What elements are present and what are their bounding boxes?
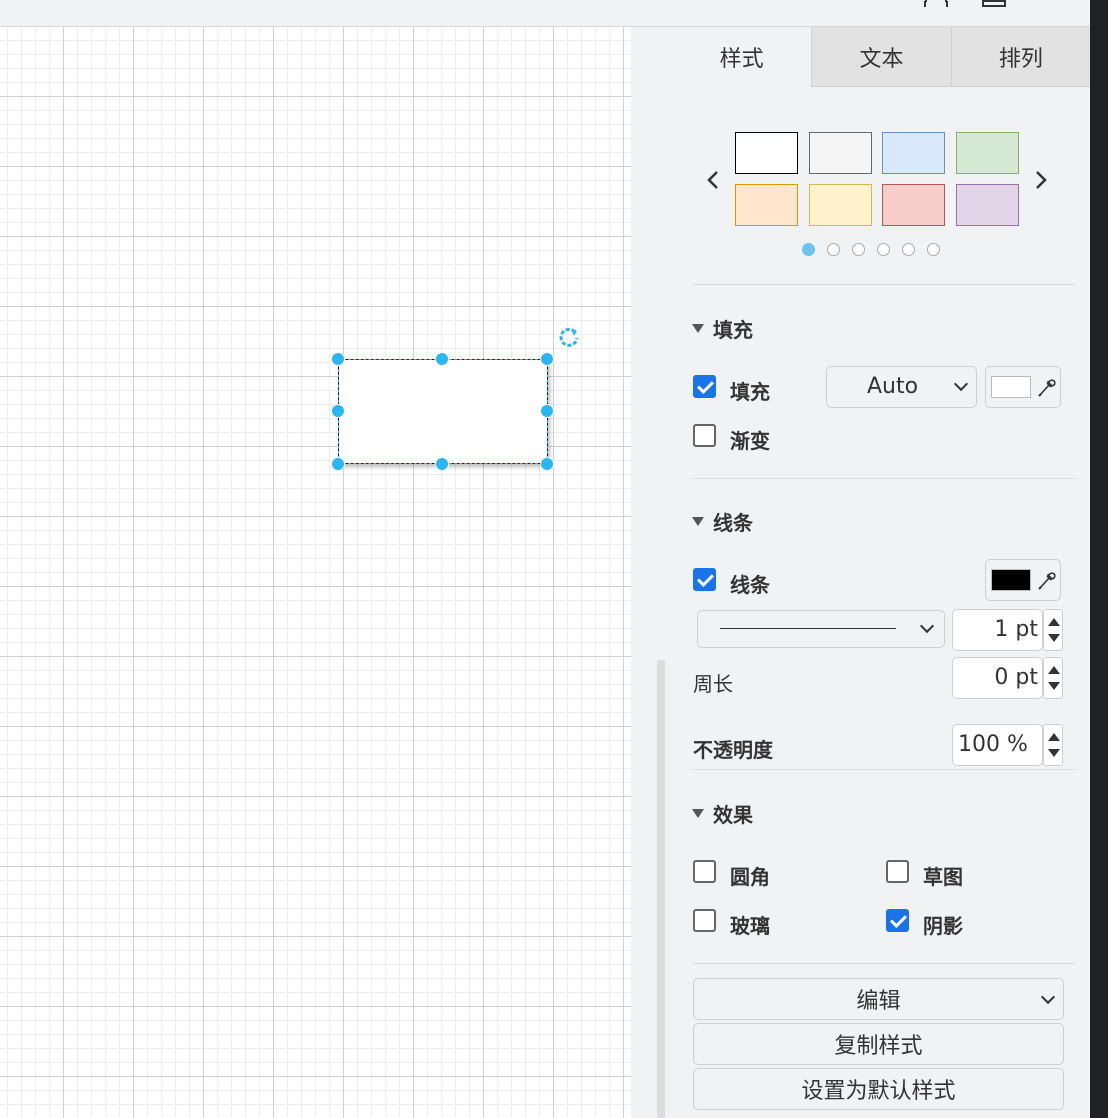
fullscreen-icon[interactable]: [924, 0, 948, 7]
glass-checkbox[interactable]: [693, 909, 716, 932]
solid-line-pattern-icon: [720, 628, 896, 629]
glass-label: 玻璃: [730, 914, 770, 938]
fill-section-header[interactable]: 填充: [692, 314, 753, 343]
edit-dropdown-button[interactable]: 编辑: [693, 978, 1064, 1020]
fill-mode-value: Auto: [867, 374, 919, 399]
fill-color-chip: [991, 376, 1031, 398]
perimeter-stepper[interactable]: [1043, 657, 1063, 699]
drawing-canvas[interactable]: [0, 27, 631, 1118]
top-toolbar: [0, 0, 1090, 27]
divider: [692, 963, 1076, 964]
sketch-checkbox[interactable]: [886, 860, 909, 883]
effects-section-header[interactable]: 效果: [692, 799, 753, 828]
style-swatch[interactable]: [808, 132, 872, 174]
line-section-header[interactable]: 线条: [692, 507, 753, 536]
chevron-down-icon: [919, 618, 935, 634]
panel-gutter: [631, 27, 672, 1118]
line-label: 线条: [730, 573, 770, 597]
divider: [692, 284, 1076, 285]
line-pattern-select[interactable]: [697, 610, 945, 648]
opacity-label: 不透明度: [693, 738, 773, 762]
line-width-input[interactable]: 1 pt: [952, 609, 1043, 651]
swatch-page-dot[interactable]: [802, 243, 815, 256]
opacity-stepper[interactable]: [1043, 724, 1063, 766]
style-swatch[interactable]: [882, 132, 945, 174]
line-color-chip: [991, 569, 1031, 591]
style-swatch[interactable]: [808, 184, 872, 226]
chevron-down-icon: [1040, 989, 1056, 1005]
gradient-checkbox[interactable]: [693, 424, 716, 447]
perimeter-input[interactable]: 0 pt: [952, 657, 1043, 699]
resize-handle-n[interactable]: [435, 352, 449, 366]
set-default-style-label: 设置为默认样式: [801, 1079, 956, 1104]
line-width-stepper[interactable]: [1043, 609, 1063, 651]
style-swatch[interactable]: [735, 132, 798, 174]
style-swatch[interactable]: [882, 184, 945, 226]
resize-handle-sw[interactable]: [331, 457, 345, 471]
line-checkbox[interactable]: [693, 568, 716, 591]
swatch-page-dot[interactable]: [877, 243, 890, 256]
style-swatch[interactable]: [955, 132, 1019, 174]
fill-label: 填充: [730, 380, 770, 404]
eyedropper-icon: [1036, 376, 1056, 398]
divider: [692, 478, 1076, 479]
gradient-label: 渐变: [730, 429, 770, 453]
effects-section-title: 效果: [713, 803, 753, 827]
line-section-title: 线条: [713, 511, 753, 535]
set-default-style-button[interactable]: 设置为默认样式: [693, 1068, 1064, 1110]
style-swatch[interactable]: [955, 184, 1019, 226]
collapse-triangle-icon: [692, 324, 704, 333]
divider: [692, 769, 1076, 770]
resize-handle-se[interactable]: [540, 457, 554, 471]
rounded-checkbox[interactable]: [693, 860, 716, 883]
fill-color-button[interactable]: [985, 366, 1061, 408]
resize-handle-s[interactable]: [435, 457, 449, 471]
line-color-button[interactable]: [985, 559, 1061, 601]
format-tabs: 样式 文本 排列: [672, 27, 1090, 87]
collapse-triangle-icon: [692, 809, 704, 818]
shadow-checkbox[interactable]: [886, 909, 909, 932]
resize-handle-w[interactable]: [331, 404, 345, 418]
chevron-down-icon: [953, 376, 969, 392]
swatch-page-dot[interactable]: [827, 243, 840, 256]
resize-handle-ne[interactable]: [540, 352, 554, 366]
swatch-page-dot[interactable]: [852, 243, 865, 256]
opacity-input[interactable]: 100 %: [952, 724, 1043, 766]
eyedropper-icon: [1036, 569, 1056, 591]
copy-style-button[interactable]: 复制样式: [693, 1023, 1064, 1065]
shadow-label: 阴影: [923, 914, 963, 938]
style-swatch[interactable]: [735, 184, 798, 226]
chevron-right-icon[interactable]: [1034, 167, 1048, 197]
fill-checkbox[interactable]: [693, 375, 716, 398]
selection-outline: [338, 359, 548, 464]
swatch-page-dot[interactable]: [927, 243, 940, 256]
collapse-triangle-icon: [692, 517, 704, 526]
fill-mode-select[interactable]: Auto: [826, 366, 977, 408]
perimeter-label: 周长: [693, 672, 733, 696]
rounded-label: 圆角: [730, 865, 770, 889]
chevron-left-icon[interactable]: [706, 167, 720, 197]
resize-handle-e[interactable]: [540, 404, 554, 418]
swatch-page-dot[interactable]: [902, 243, 915, 256]
sketch-label: 草图: [923, 865, 963, 889]
resize-handle-nw[interactable]: [331, 352, 345, 366]
swatch-page-dots: [802, 243, 940, 256]
panel-toggle-icon[interactable]: [982, 0, 1006, 7]
fill-section-title: 填充: [713, 318, 753, 342]
vertical-scrollbar[interactable]: [657, 660, 665, 1118]
tab-arrange[interactable]: 排列: [950, 27, 1090, 87]
format-panel: 样式 文本 排列 填充 填充 Auto 渐变 线条 线条 1 pt 周长 0 p…: [672, 27, 1090, 1118]
rotate-icon[interactable]: [558, 326, 580, 348]
tab-text[interactable]: 文本: [811, 27, 951, 87]
edit-label: 编辑: [856, 989, 901, 1014]
tab-style[interactable]: 样式: [672, 27, 812, 87]
window-edge: [1090, 0, 1108, 1118]
copy-style-label: 复制样式: [834, 1034, 923, 1059]
